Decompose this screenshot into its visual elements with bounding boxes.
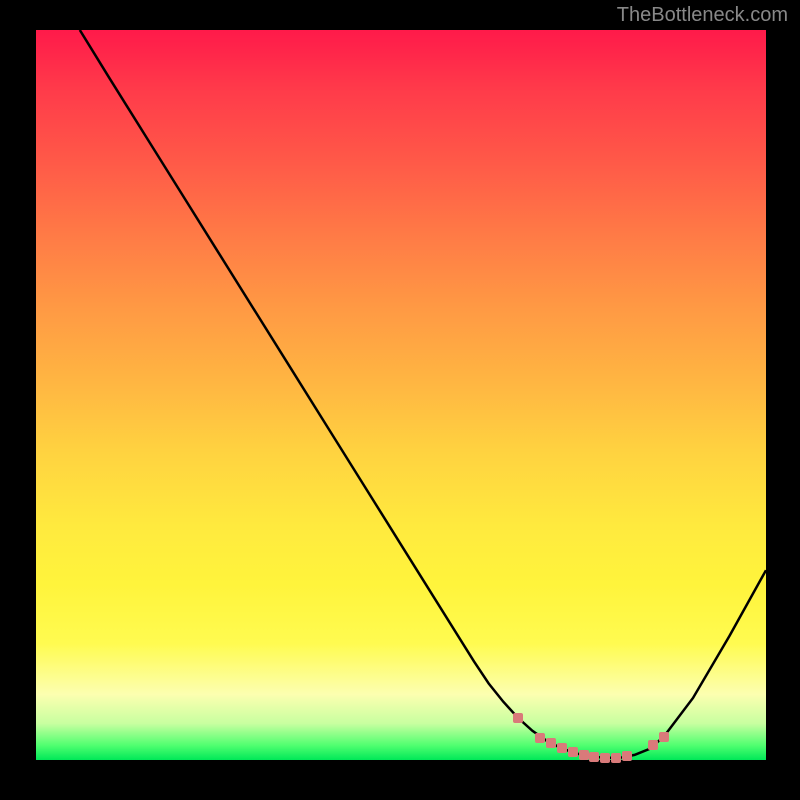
optimal-range-markers [36,30,766,760]
optimal-marker [557,743,567,753]
optimal-marker [648,740,658,750]
optimal-marker [579,750,589,760]
optimal-marker [513,713,523,723]
chart-plot-area [36,30,766,760]
attribution-text: TheBottleneck.com [617,4,788,27]
optimal-marker [589,752,599,762]
optimal-marker [546,738,556,748]
optimal-marker [535,733,545,743]
optimal-marker [600,753,610,763]
optimal-marker [611,753,621,763]
optimal-marker [622,751,632,761]
optimal-marker [568,747,578,757]
optimal-marker [659,732,669,742]
